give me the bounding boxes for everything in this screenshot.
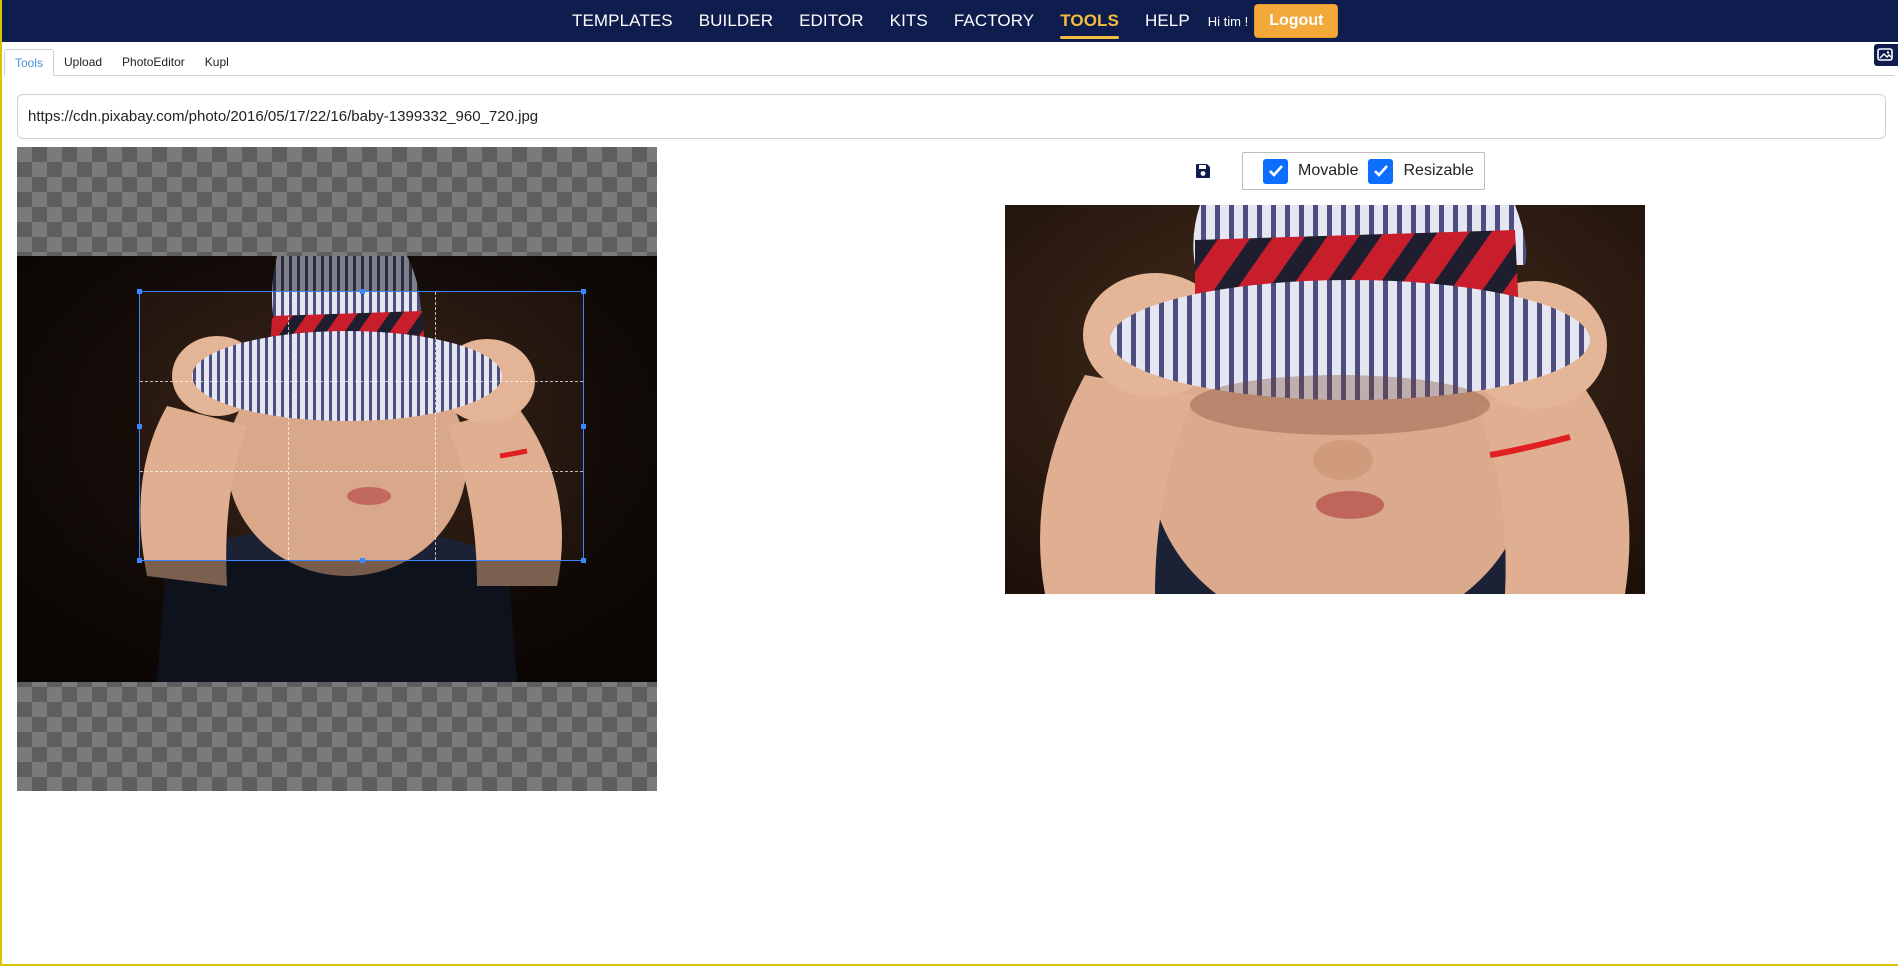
crop-handle-ne[interactable] [581, 289, 586, 294]
movable-label: Movable [1298, 162, 1359, 179]
tool-tabs: Tools Upload PhotoEditor Kupl [4, 49, 1894, 76]
preview-toolbar: Movable Resizable [1188, 152, 1485, 190]
crop-handle-nw[interactable] [137, 289, 142, 294]
tab-tools[interactable]: Tools [4, 49, 55, 76]
crop-selection-box[interactable] [137, 289, 586, 563]
nav-editor[interactable]: EDITOR [799, 0, 864, 42]
crop-handle-e[interactable] [581, 424, 586, 429]
nav-kits[interactable]: KITS [890, 0, 928, 42]
user-greeting: Hi tim ! [1207, 13, 1249, 29]
crop-options: Movable Resizable [1242, 152, 1485, 190]
resizable-checkbox[interactable] [1368, 158, 1394, 184]
nav-menu: TEMPLATES BUILDER EDITOR KITS FACTORY TO… [572, 0, 1339, 42]
crop-guide-line [287, 292, 289, 560]
crop-handle-sw[interactable] [137, 558, 142, 563]
crop-handle-n[interactable] [360, 289, 365, 294]
crop-handle-se[interactable] [581, 558, 586, 563]
movable-option[interactable]: Movable [1263, 158, 1359, 184]
crop-guide-line [140, 381, 583, 383]
tab-photoeditor[interactable]: PhotoEditor [112, 49, 195, 75]
nav-factory[interactable]: FACTORY [954, 0, 1034, 42]
logout-button[interactable]: Logout [1254, 4, 1339, 38]
tab-upload[interactable]: Upload [54, 49, 112, 75]
crop-preview-image [1005, 205, 1645, 594]
resizable-label: Resizable [1403, 162, 1474, 179]
crop-editor[interactable] [17, 147, 657, 791]
nav-tools[interactable]: TOOLS [1060, 0, 1119, 42]
crop-handle-w[interactable] [137, 424, 142, 429]
nav-help[interactable]: HELP [1145, 0, 1190, 42]
crop-guide-line [140, 470, 583, 472]
movable-checkbox[interactable] [1263, 158, 1288, 184]
tab-kupl[interactable]: Kupl [195, 49, 239, 75]
crop-handle-s[interactable] [360, 558, 365, 563]
nav-builder[interactable]: BUILDER [699, 0, 773, 42]
crop-guide-line [435, 292, 437, 560]
image-url-input[interactable] [17, 94, 1886, 139]
save-icon[interactable] [1188, 156, 1218, 186]
top-navbar: TEMPLATES BUILDER EDITOR KITS FACTORY TO… [0, 0, 1898, 42]
resizable-option[interactable]: Resizable [1368, 158, 1474, 184]
nav-templates[interactable]: TEMPLATES [572, 0, 673, 42]
